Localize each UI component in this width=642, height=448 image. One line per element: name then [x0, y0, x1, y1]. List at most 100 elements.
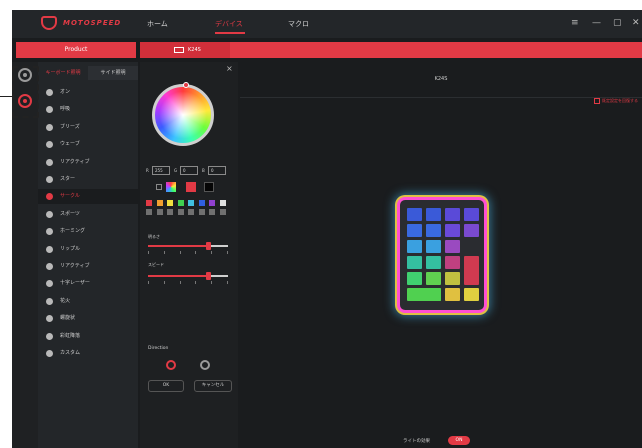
numpad-key[interactable]: [407, 224, 422, 237]
palette-swatch[interactable]: [219, 200, 226, 206]
effect-item[interactable]: 呼吸: [38, 102, 138, 117]
current-color-swatch[interactable]: [186, 182, 196, 192]
palette-swatch[interactable]: [167, 200, 173, 206]
slider-tick: [148, 251, 149, 254]
brand-name: MOTOSPEED: [63, 19, 122, 27]
effect-item[interactable]: ウェーブ: [38, 137, 138, 152]
numpad-key[interactable]: [445, 224, 460, 237]
minimize-icon[interactable]: —: [592, 18, 601, 28]
color-wheel-knob[interactable]: [183, 82, 189, 88]
numpad-key[interactable]: [426, 256, 441, 269]
close-icon[interactable]: ✕: [632, 18, 640, 28]
effect-label: 呼吸: [60, 106, 71, 113]
numpad-key[interactable]: [464, 288, 479, 301]
palette-swatch[interactable]: [209, 209, 215, 215]
effect-item[interactable]: スポーツ: [38, 207, 138, 222]
numpad-key[interactable]: [426, 240, 441, 253]
palette-swatch[interactable]: [188, 200, 194, 206]
transparent-swatch[interactable]: [156, 184, 162, 190]
rainbow-swatch[interactable]: [166, 182, 176, 192]
numpad-key[interactable]: [445, 256, 460, 269]
numpad-key[interactable]: [464, 208, 479, 221]
palette-swatch[interactable]: [198, 209, 205, 215]
effect-label: 彩虹降落: [60, 332, 81, 339]
icon-rail: [12, 62, 38, 448]
numpad-key[interactable]: [426, 208, 441, 221]
slider-tick: [211, 251, 213, 254]
numpad-key[interactable]: [426, 224, 441, 237]
palette-swatch[interactable]: [209, 200, 215, 206]
effect-item[interactable]: リアクティブ: [38, 259, 138, 274]
numpad-key[interactable]: [407, 240, 422, 253]
speed-knob[interactable]: [206, 272, 211, 280]
color-wheel[interactable]: [152, 84, 214, 146]
slider-tick: [195, 281, 197, 284]
brightness-slider[interactable]: [148, 242, 228, 250]
palette-swatch[interactable]: [188, 209, 194, 215]
numpad-key[interactable]: [445, 272, 460, 285]
effect-label: ウェーブ: [60, 141, 80, 148]
palette-swatch[interactable]: [167, 209, 173, 215]
direction-right-button[interactable]: [200, 360, 210, 370]
numpad-key[interactable]: [426, 272, 441, 285]
brightness-fill: [148, 245, 208, 247]
effect-item[interactable]: リアクティブ: [38, 155, 138, 170]
speed-slider[interactable]: [148, 272, 228, 280]
ok-button[interactable]: OK: [148, 380, 184, 392]
effect-item[interactable]: リップル: [38, 242, 138, 257]
effect-label: スター: [60, 176, 76, 182]
effect-item[interactable]: 十字レーザー: [38, 276, 138, 291]
maximize-icon[interactable]: ▢: [613, 18, 622, 28]
numpad-key[interactable]: [464, 224, 479, 237]
tab-side-lighting[interactable]: サイド照明: [88, 66, 138, 80]
effect-item[interactable]: ブリーズ: [38, 120, 138, 135]
b-input[interactable]: 0: [208, 166, 226, 175]
numpad-key[interactable]: [407, 256, 422, 269]
direction-left-button[interactable]: [166, 360, 176, 370]
effect-icon: [46, 280, 53, 288]
palette-swatch[interactable]: [156, 200, 163, 206]
nav-macro[interactable]: マクロ: [288, 19, 309, 29]
effect-item[interactable]: サークル: [38, 189, 138, 205]
device-tab-k24s[interactable]: K24S: [140, 42, 230, 58]
palette-swatch[interactable]: [177, 200, 184, 206]
effect-item[interactable]: 螺旋状: [38, 311, 138, 326]
palette-swatch[interactable]: [219, 209, 226, 215]
light-effect-toggle[interactable]: ON: [448, 436, 470, 445]
g-label: G: [174, 168, 178, 173]
numpad-key[interactable]: [445, 240, 460, 253]
palette-swatch[interactable]: [146, 209, 152, 215]
numpad-key[interactable]: [464, 256, 479, 285]
brightness-knob[interactable]: [206, 242, 211, 250]
palette-swatch[interactable]: [198, 200, 205, 206]
effect-item[interactable]: オン: [38, 85, 138, 100]
nav-home[interactable]: ホーム: [147, 19, 168, 29]
tab-keyboard-lighting[interactable]: キーボード照明: [38, 66, 88, 80]
reset-defaults-link[interactable]: 既定設定を回復する: [594, 98, 638, 104]
effect-item[interactable]: スター: [38, 172, 138, 187]
palette-swatch[interactable]: [177, 209, 184, 215]
numpad-key[interactable]: [407, 208, 422, 221]
menu-icon[interactable]: ≡: [571, 18, 579, 28]
effect-label: 花火: [60, 297, 71, 304]
numpad-key[interactable]: [445, 208, 460, 221]
effect-item[interactable]: ホーミング: [38, 224, 138, 239]
nav-devices[interactable]: デバイス: [215, 19, 243, 29]
g-input[interactable]: 0: [180, 166, 198, 175]
effect-item[interactable]: カスタム: [38, 346, 138, 361]
numpad-key[interactable]: [445, 288, 460, 301]
effect-item[interactable]: 彩虹降落: [38, 329, 138, 344]
numpad-key-zero[interactable]: [407, 288, 441, 301]
palette-swatch[interactable]: [156, 209, 163, 215]
numpad-key[interactable]: [407, 272, 422, 285]
r-input[interactable]: 255: [152, 166, 170, 175]
slider-tick: [211, 281, 213, 284]
black-swatch[interactable]: [204, 182, 214, 192]
effect-icon: [46, 315, 53, 323]
effect-item[interactable]: 花火: [38, 294, 138, 309]
close-panel-icon[interactable]: ×: [226, 64, 233, 73]
palette-swatch[interactable]: [146, 200, 152, 206]
cancel-button[interactable]: キャンセル: [194, 380, 232, 392]
product-button[interactable]: Product: [16, 42, 136, 58]
titlebar: MOTOSPEED ホーム デバイス マクロ ≡ — ▢ ✕: [12, 10, 642, 38]
